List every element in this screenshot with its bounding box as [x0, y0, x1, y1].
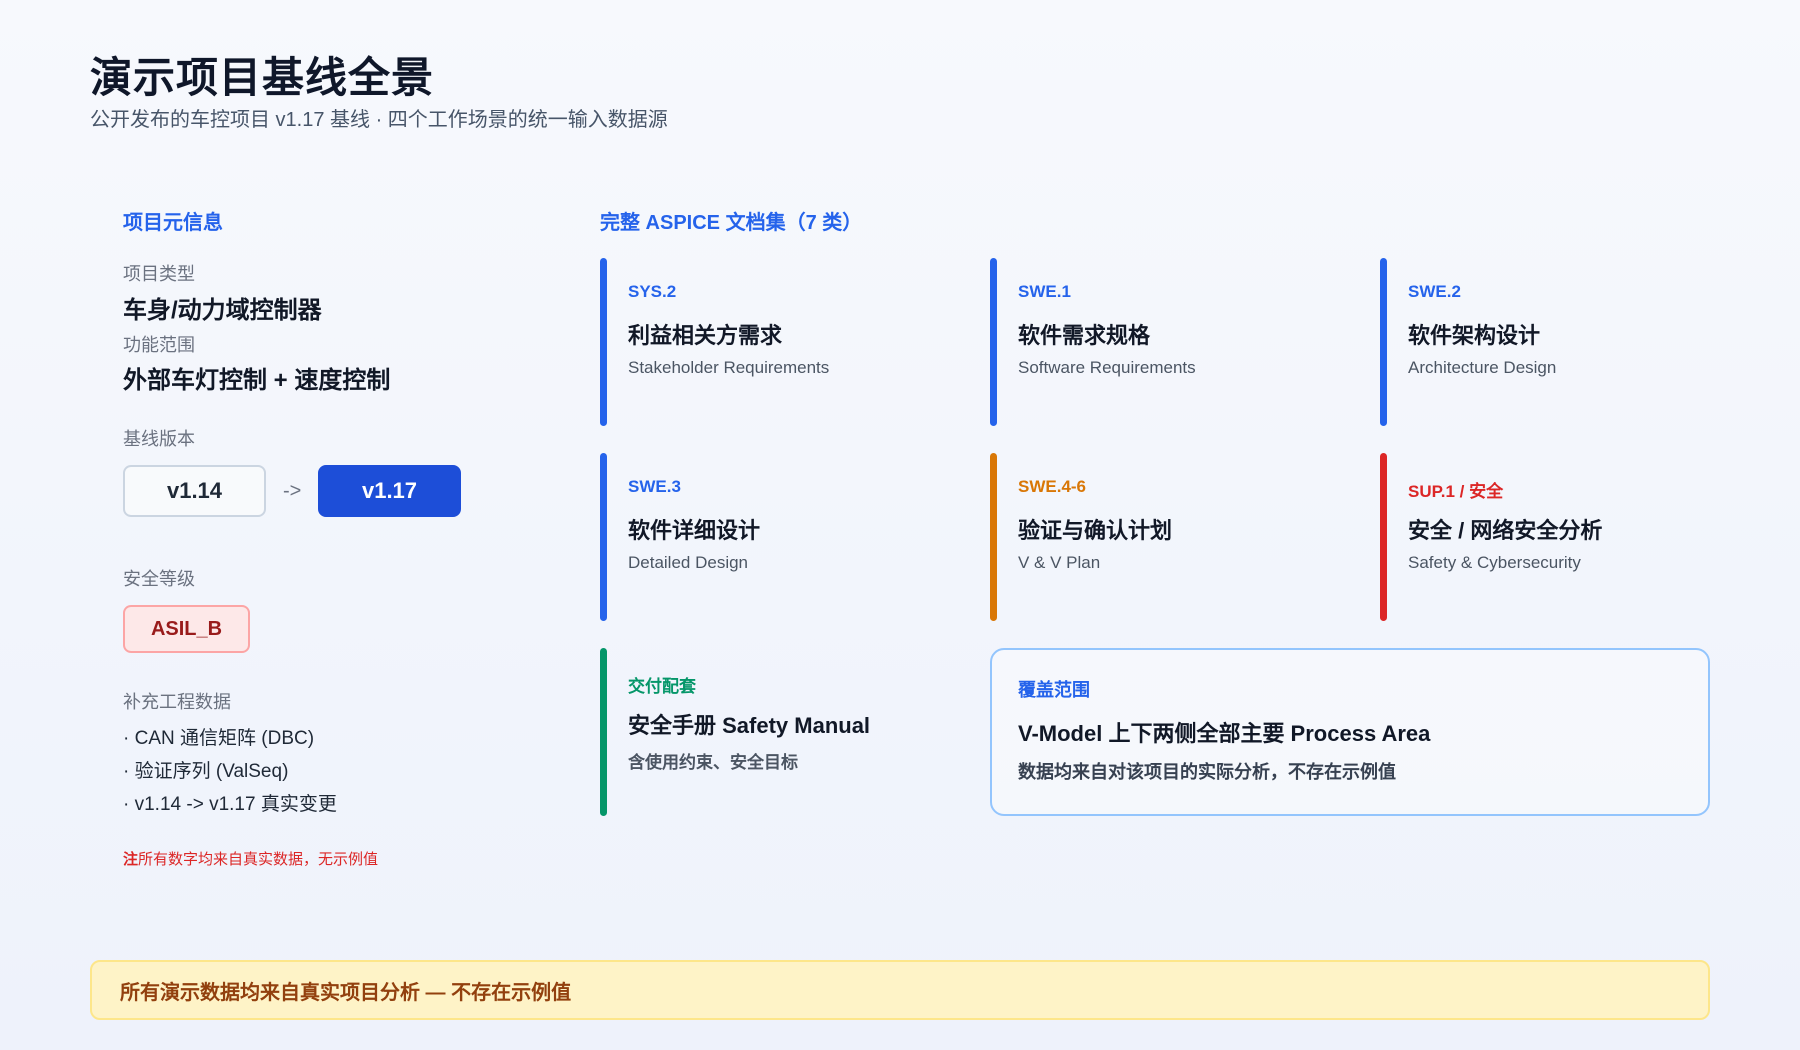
- note-prefix: 注: [123, 851, 139, 868]
- doc-card-swe2: SWE.2 软件架构设计 Architecture Design: [1380, 258, 1740, 426]
- doc-card-swe1: SWE.1 软件需求规格 Software Requirements: [990, 258, 1350, 426]
- doc-code: SYS.2: [628, 282, 677, 301]
- doc-subtitle: Detailed Design: [628, 553, 749, 572]
- doc-accent-bar: [990, 258, 997, 426]
- doc-accent-bar: [1380, 453, 1387, 621]
- doc-accent-bar: [600, 258, 607, 426]
- doc-card-delivery: 交付配套 安全手册 Safety Manual 含使用约束、安全目标: [600, 648, 960, 816]
- project-type-value: 车身/动力域控制器: [123, 297, 322, 324]
- extra-data-item: · 验证序列 (ValSeq): [123, 761, 289, 782]
- aspice-docs-heading: 完整 ASPICE 文档集（7 类）: [600, 212, 863, 234]
- scope-value: 外部车灯控制 + 速度控制: [123, 367, 391, 394]
- baseline-label: 基线版本: [123, 429, 195, 449]
- baseline-from-badge: v1.14: [123, 465, 266, 517]
- doc-title: 软件架构设计: [1408, 323, 1541, 348]
- asil-badge: ASIL_B: [123, 605, 250, 653]
- doc-accent-bar: [600, 648, 607, 816]
- doc-code: SWE.1: [1018, 282, 1071, 301]
- doc-accent-bar: [990, 453, 997, 621]
- note-text: 所有数字均来自真实数据，无示例值: [138, 851, 379, 868]
- baseline-to-badge: v1.17: [318, 465, 461, 517]
- doc-title: 验证与确认计划: [1018, 518, 1173, 543]
- doc-code: SWE.4-6: [1018, 477, 1087, 496]
- doc-title: 安全 / 网络安全分析: [1408, 518, 1603, 543]
- doc-subtitle: 含使用约束、安全目标: [628, 753, 798, 772]
- doc-title: 软件需求规格: [1018, 323, 1151, 348]
- scope-label: 功能范围: [123, 335, 195, 355]
- doc-card-swe4-6: SWE.4-6 验证与确认计划 V & V Plan: [990, 453, 1350, 621]
- doc-card-sup1: SUP.1 / 安全 安全 / 网络安全分析 Safety & Cybersec…: [1380, 453, 1740, 621]
- page-subtitle: 公开发布的车控项目 v1.17 基线 · 四个工作场景的统一输入数据源: [90, 109, 668, 131]
- doc-subtitle: Architecture Design: [1408, 358, 1557, 377]
- doc-code: SWE.3: [628, 477, 681, 496]
- footer-banner: 所有演示数据均来自真实项目分析 — 不存在示例值: [90, 960, 1710, 1020]
- coverage-title: V-Model 上下两侧全部主要 Process Area: [1018, 721, 1431, 746]
- project-type-label: 项目类型: [123, 264, 195, 284]
- page-title: 演示项目基线全景: [90, 54, 435, 101]
- coverage-description: 数据均来自对该项目的实际分析，不存在示例值: [1018, 762, 1396, 782]
- safety-level-label: 安全等级: [123, 569, 195, 589]
- doc-card-sys2: SYS.2 利益相关方需求 Stakeholder Requirements: [600, 258, 960, 426]
- doc-code: 交付配套: [628, 677, 696, 696]
- doc-code: SUP.1 / 安全: [1408, 482, 1504, 501]
- project-meta-heading: 项目元信息: [123, 212, 223, 234]
- coverage-card: 覆盖范围 V-Model 上下两侧全部主要 Process Area 数据均来自…: [990, 648, 1710, 816]
- baseline-arrow: ->: [283, 480, 302, 502]
- doc-subtitle: V & V Plan: [1018, 553, 1101, 572]
- extra-data-label: 补充工程数据: [123, 692, 231, 712]
- coverage-label: 覆盖范围: [1018, 680, 1090, 700]
- doc-subtitle: Stakeholder Requirements: [628, 358, 830, 377]
- doc-title: 软件详细设计: [628, 518, 761, 543]
- doc-card-swe3: SWE.3 软件详细设计 Detailed Design: [600, 453, 960, 621]
- doc-code: SWE.2: [1408, 282, 1461, 301]
- doc-accent-bar: [1380, 258, 1387, 426]
- extra-data-item: · CAN 通信矩阵 (DBC): [123, 728, 315, 749]
- doc-subtitle: Software Requirements: [1018, 358, 1196, 377]
- extra-data-item: · v1.14 -> v1.17 真实变更: [123, 794, 337, 815]
- doc-title: 利益相关方需求: [628, 323, 783, 348]
- data-note: 注所有数字均来自真实数据，无示例值: [123, 848, 378, 869]
- doc-subtitle: Safety & Cybersecurity: [1408, 553, 1581, 572]
- doc-accent-bar: [600, 453, 607, 621]
- doc-title: 安全手册 Safety Manual: [628, 713, 871, 738]
